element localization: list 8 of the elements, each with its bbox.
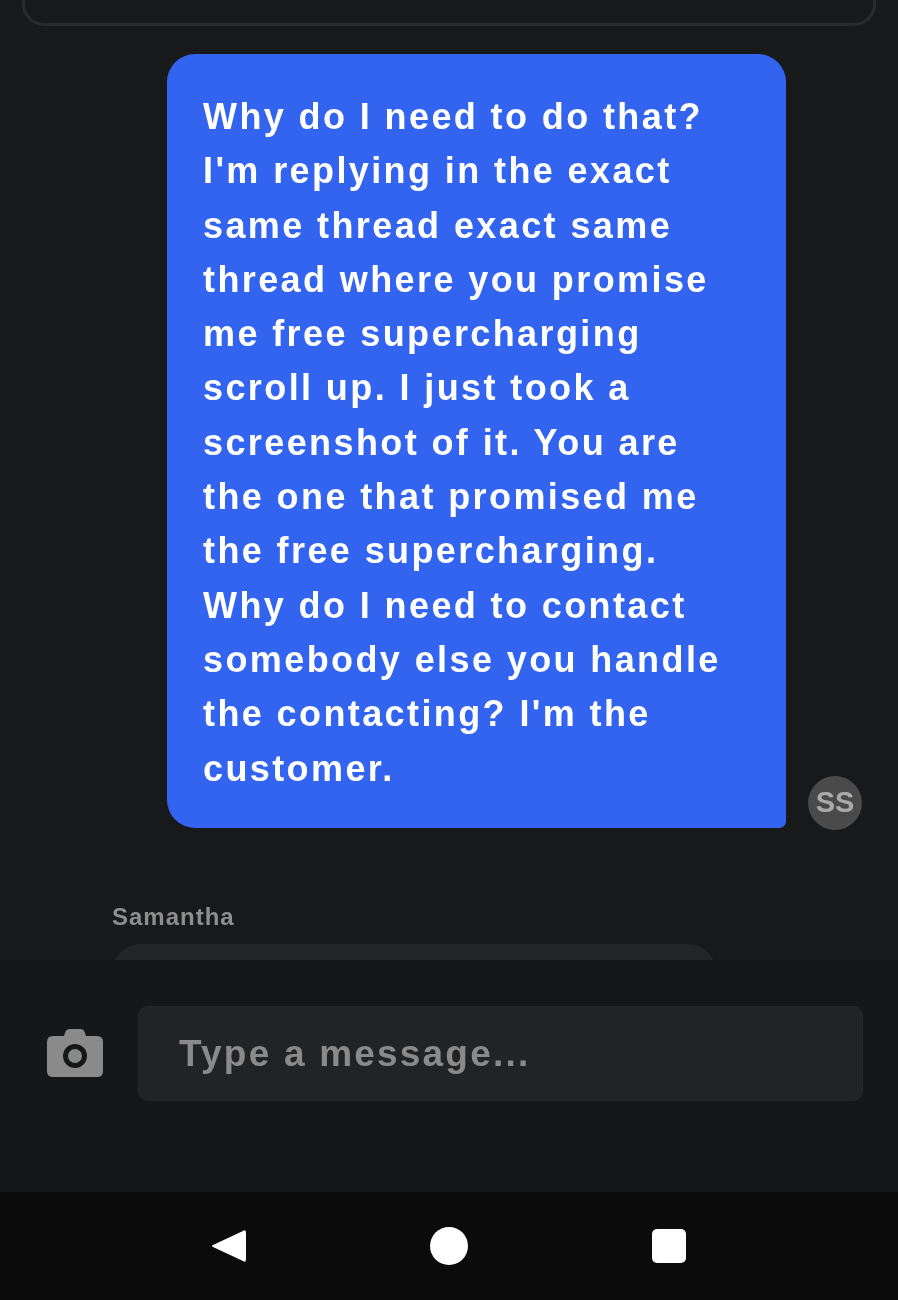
recent-apps-icon[interactable] — [650, 1227, 688, 1265]
avatar: SS — [808, 775, 862, 830]
camera-icon[interactable] — [47, 1029, 103, 1077]
home-icon[interactable] — [430, 1227, 468, 1265]
sender-name: Samantha — [112, 901, 235, 932]
message-bubble: Why do I need to do that? I'm replying in the exact same thread exact same thread where you promise me free supercharging scroll up. I just took a screenshot of it. You are the one that promised me the free supercharging. Why do I need to contact somebody else you handle the contacting? I'm the customer. — [167, 54, 786, 828]
message-input[interactable]: Type a message... — [138, 1006, 863, 1101]
back-icon[interactable] — [210, 1227, 248, 1265]
